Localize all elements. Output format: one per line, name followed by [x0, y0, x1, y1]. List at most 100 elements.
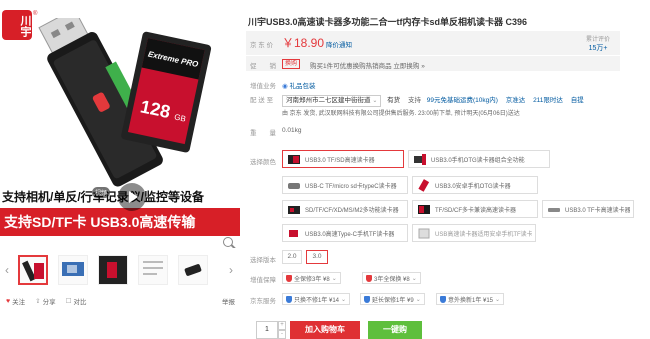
jd-service-option-1[interactable]: 只换不修1年 ¥14 ⌄	[282, 293, 351, 305]
shield-icon	[364, 295, 370, 303]
color-option-5[interactable]: SD/TF/CF/XD/MS/M2多功能读卡器	[282, 200, 408, 218]
thumb-reader-icon	[22, 260, 44, 282]
option-thumb-icon	[286, 227, 302, 240]
thumbnail-4[interactable]	[138, 255, 168, 285]
thumb-spec-icon	[143, 261, 163, 275]
registered-mark: ®	[33, 11, 38, 17]
thumb-reader2-icon	[184, 264, 202, 276]
heart-icon: ♥	[6, 297, 11, 305]
color-label: 选择颜色	[250, 159, 276, 166]
delivery-opt-1[interactable]: 99元免基础运费(10kg内)	[427, 97, 498, 104]
chevron-down-icon: ⌄	[331, 275, 337, 282]
thumbnail-5[interactable]	[178, 255, 208, 285]
option-thumb-icon	[416, 203, 432, 216]
buy-now-button[interactable]: 一键购	[368, 321, 422, 339]
price-box: 京 东 价 ￥18.90 降价通知 累计评价 15万+	[246, 31, 620, 55]
color-option-7[interactable]: USB3.0 TF卡高速读卡器	[542, 200, 634, 218]
chevron-down-icon: ⌄	[495, 296, 501, 303]
product-info: 川宇USB3.0高速读卡器多功能二合一tf内存卡sd单反相机读卡器 C396 京…	[246, 0, 650, 339]
chevron-down-icon: ⌄	[372, 98, 378, 104]
slogan-usb3: 支持SD/TF卡 USB3.0高速传输	[0, 208, 240, 236]
comments-count[interactable]: 累计评价 15万+	[586, 34, 610, 53]
card-reader-illustration: Extreme PRO 128 GB	[38, 18, 212, 187]
shield-icon	[286, 295, 292, 303]
option-thumb-icon	[286, 203, 302, 216]
delivery-support-label: 支持	[407, 97, 421, 104]
delivery-label: 配 送 至	[250, 97, 274, 104]
brand-logo: 川宇	[2, 10, 32, 40]
zoom-icon[interactable]	[223, 237, 233, 247]
thumbnail-2[interactable]	[58, 255, 88, 285]
promo-label: 促 销	[250, 63, 276, 70]
checkbox-icon: ☐	[65, 298, 72, 305]
color-option-1[interactable]: USB3.0 TF/SD高速读卡器	[282, 150, 404, 168]
compare-button[interactable]: ☐ 对比	[66, 296, 87, 306]
jd-service-option-2[interactable]: 延长保修1年 ¥9 ⌄	[360, 293, 425, 305]
quantity-input[interactable]: 1	[256, 321, 278, 339]
color-option-9[interactable]: USB高速读卡器适用安卓手机TF读卡器	[412, 224, 536, 242]
jd-service-label: 京东服务	[250, 298, 276, 305]
promo-row: 促 销 换购 购买1件可优惠换购热销商品 立即换购 »	[246, 55, 620, 71]
version-option-2-0[interactable]: 2.0	[282, 250, 302, 264]
option-thumb-icon	[286, 153, 302, 166]
share-row: ♥ 关注 ⇪ 分享 ☐ 对比	[6, 296, 87, 307]
report-link[interactable]: 举报	[222, 296, 235, 306]
thumb-dark-icon	[99, 256, 127, 284]
add-to-cart-button[interactable]: 加入购物车	[290, 321, 360, 339]
promo-tag: 换购	[282, 59, 301, 69]
version-option-3-0[interactable]: 3.0	[306, 250, 328, 264]
option-thumb-icon	[286, 179, 302, 192]
chevron-down-icon: ⌄	[415, 296, 421, 303]
shield-icon	[286, 274, 292, 282]
share-icon: ⇪	[35, 298, 41, 305]
warranty-option-2[interactable]: 3年全保换 ¥8 ⌄	[362, 272, 421, 284]
weight-value: 0.01kg	[282, 127, 302, 134]
main-product-image[interactable]: 川宇 ® Extreme PRO 128 GB 支持SD/TF卡 USB3.0高…	[0, 0, 240, 248]
follow-button[interactable]: ♥ 关注	[6, 296, 25, 307]
price-notice-link[interactable]: 降价通知	[326, 39, 352, 49]
color-option-3[interactable]: USB-C TF/micro sd卡typeC读卡器	[282, 176, 408, 194]
chevron-down-icon: ⌄	[411, 275, 417, 282]
warranty-label: 增值保障	[250, 277, 276, 284]
address-selector[interactable]: 河南郑州市二七区建中街街道 ⌄	[282, 95, 382, 107]
color-option-8[interactable]: USB3.0高速Type-C手机TF读卡器	[282, 224, 408, 242]
option-thumb-icon	[412, 153, 428, 166]
delivery-opt-4[interactable]: 自提	[571, 97, 584, 104]
promo-text[interactable]: 购买1件可优惠换购热销商品 立即换购 »	[310, 60, 425, 70]
delivery-opt-2[interactable]: 京准达	[506, 97, 526, 104]
thumb-screen-icon	[62, 262, 84, 276]
product-gallery: 川宇 ® Extreme PRO 128 GB 支持SD/TF卡 USB3.0高…	[0, 0, 240, 339]
price-value: ￥18.90	[282, 36, 325, 50]
color-option-6[interactable]: TF/SD/CF多卡兼读高速读卡器	[412, 200, 538, 218]
gift-icon: ◉	[282, 83, 288, 90]
quantity-minus-button[interactable]: -	[278, 330, 286, 339]
comments-value: 15万+	[588, 45, 608, 52]
shield-icon	[440, 295, 446, 303]
share-button[interactable]: ⇪ 分享	[35, 296, 55, 306]
option-thumb-icon	[546, 203, 562, 216]
quantity-plus-button[interactable]: +	[278, 321, 286, 330]
comments-label: 累计评价	[586, 37, 611, 43]
product-title: 川宇USB3.0高速读卡器多功能二合一tf内存卡sd单反相机读卡器 C396	[248, 17, 528, 27]
chevron-down-icon: ⌄	[341, 296, 347, 303]
color-option-2[interactable]: USB3.0手机OTG读卡器组合全功能	[408, 150, 550, 168]
gift-label: 增值业务	[250, 83, 276, 90]
thumb-next-icon[interactable]: ›	[226, 262, 236, 278]
gift-option[interactable]: ◉ 礼品包装	[282, 80, 315, 90]
play-video-icon[interactable]	[118, 183, 146, 211]
video-badge: 视频	[92, 187, 111, 198]
weight-label: 重 量	[250, 130, 276, 137]
delivery-opt-3[interactable]: 211限时达	[533, 97, 563, 104]
thumbnail-strip: ‹ ›	[0, 252, 240, 288]
delivery-note: 由 京东 发货, 武汉联网科技有限公司提供售后服务. 23:00前下单, 预计明…	[282, 111, 520, 117]
jd-service-option-3[interactable]: 意外换新1年 ¥15 ⌄	[436, 293, 505, 305]
thumb-prev-icon[interactable]: ‹	[2, 262, 12, 278]
price-label: 京 东 价	[250, 42, 274, 49]
color-option-4[interactable]: USB3.0安卓手机OTG读卡器	[412, 176, 538, 194]
thumbnail-3[interactable]	[98, 255, 128, 285]
option-thumb-icon	[416, 178, 432, 192]
thumbnail-1[interactable]	[18, 255, 48, 285]
option-thumb-icon	[416, 227, 432, 240]
version-label: 选择版本	[250, 257, 276, 264]
warranty-option-1[interactable]: 全保修3年 ¥8 ⌄	[282, 272, 341, 284]
